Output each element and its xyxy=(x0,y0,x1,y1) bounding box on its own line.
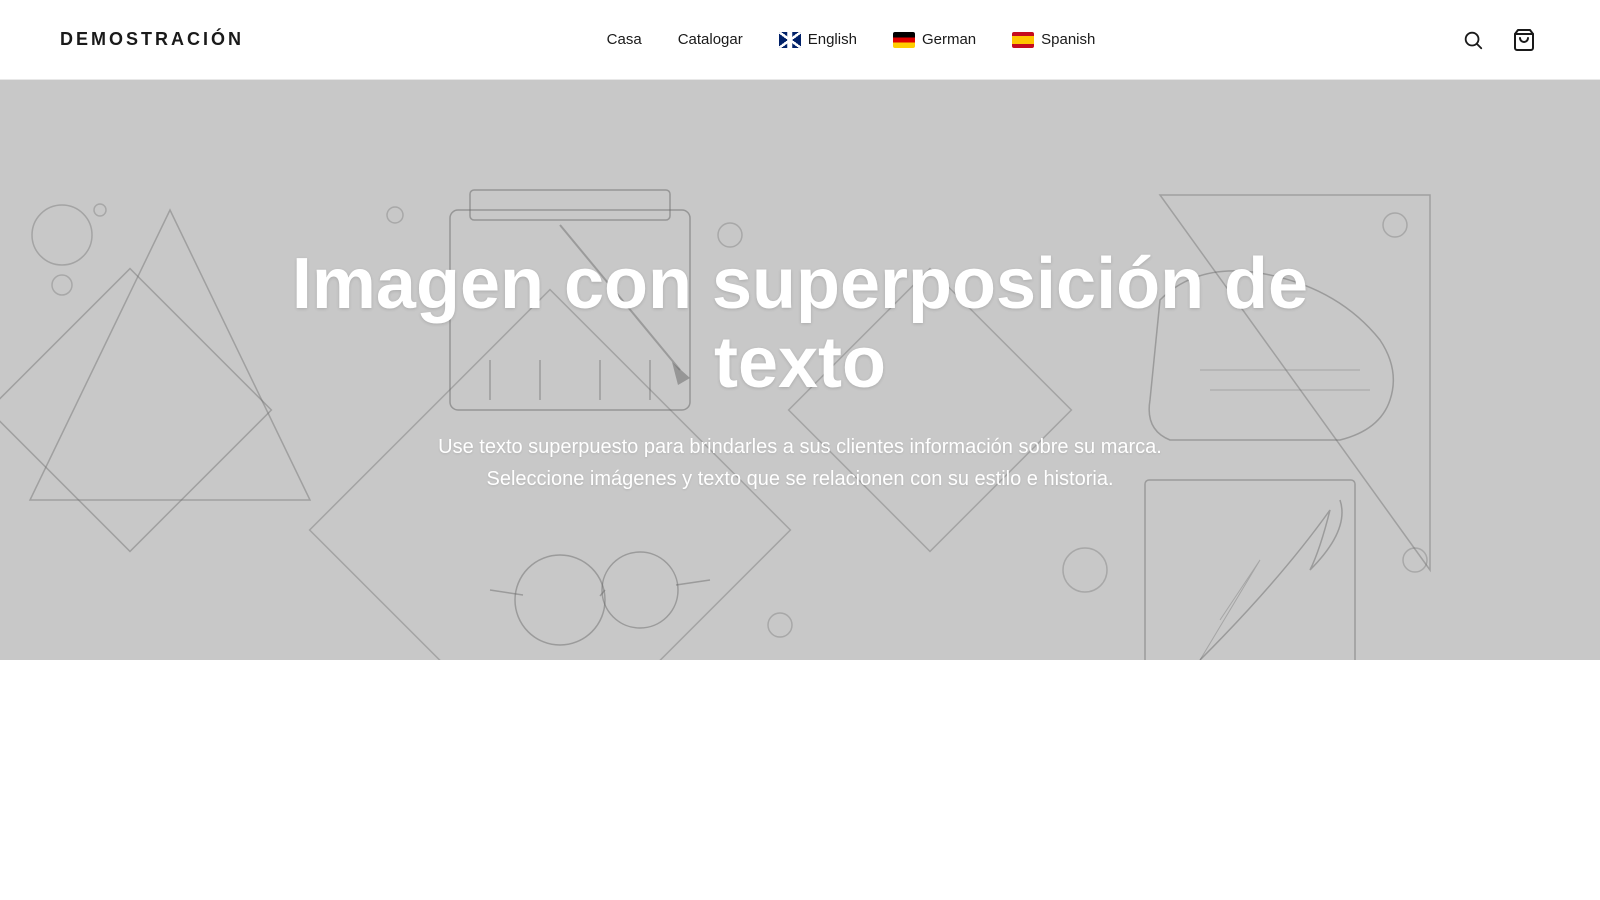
lang-german-label: German xyxy=(922,31,976,48)
flag-de-icon xyxy=(893,32,915,48)
lang-spanish[interactable]: Spanish xyxy=(1012,31,1095,48)
lang-english-label: English xyxy=(808,31,857,48)
hero-subtitle: Use texto superpuesto para brindarles a … xyxy=(390,431,1210,495)
lang-spanish-label: Spanish xyxy=(1041,31,1095,48)
site-logo: DEMOSTRACIÓN xyxy=(60,29,244,50)
nav-catalogar[interactable]: Catalogar xyxy=(678,31,743,48)
hero-title: Imagen con superposición de texto xyxy=(290,245,1310,403)
site-header: DEMOSTRACIÓN Casa Catalogar English Germ… xyxy=(0,0,1600,80)
search-button[interactable] xyxy=(1458,25,1488,55)
search-icon xyxy=(1462,29,1484,51)
header-icons xyxy=(1458,24,1540,56)
flag-uk-icon xyxy=(779,32,801,48)
nav-casa[interactable]: Casa xyxy=(607,31,642,48)
flag-es-icon xyxy=(1012,32,1034,48)
main-nav: Casa Catalogar English German Spanish xyxy=(607,31,1096,48)
bottom-white-area xyxy=(0,660,1600,900)
hero-content: Imagen con superposición de texto Use te… xyxy=(250,245,1350,495)
hero-section: Imagen con superposición de texto Use te… xyxy=(0,80,1600,660)
lang-english[interactable]: English xyxy=(779,31,857,48)
cart-button[interactable] xyxy=(1508,24,1540,56)
lang-german[interactable]: German xyxy=(893,31,976,48)
cart-icon xyxy=(1512,28,1536,52)
